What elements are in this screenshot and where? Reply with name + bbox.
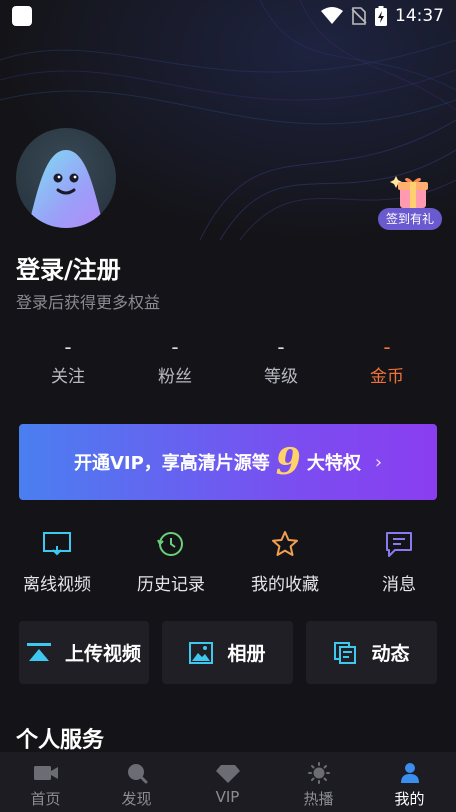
tab-discover[interactable]: 发现	[91, 752, 182, 812]
app-notification-icon	[12, 6, 32, 26]
stat-coins[interactable]: - 金币	[337, 334, 437, 387]
search-icon	[127, 764, 147, 784]
message-icon	[386, 532, 412, 557]
no-sim-icon	[351, 7, 367, 25]
login-register-link[interactable]: 登录/注册	[16, 250, 121, 285]
login-subtitle: 登录后获得更多权益	[16, 293, 161, 312]
wifi-icon	[321, 7, 343, 24]
stat-level[interactable]: - 等级	[231, 334, 331, 387]
sun-icon	[307, 762, 330, 784]
tab-label: 发现	[121, 790, 152, 808]
tile-label: 动态	[371, 643, 410, 665]
history-button[interactable]: 历史记录	[114, 530, 228, 595]
vip-banner-text: 开通VIP，享高清片源等	[73, 453, 270, 474]
feed-icon	[334, 641, 357, 664]
battery-charging-icon	[375, 6, 387, 26]
tile-label: 上传视频	[64, 643, 141, 665]
upload-video-button[interactable]: 上传视频	[19, 621, 149, 684]
album-button[interactable]: 相册	[162, 621, 293, 684]
diamond-icon	[215, 765, 240, 783]
status-bar: 14:37	[0, 0, 456, 32]
album-icon	[189, 641, 214, 664]
messages-button[interactable]: 消息	[342, 530, 456, 595]
avatar[interactable]	[16, 128, 116, 228]
checkin-reward-button[interactable]: 签到有礼	[370, 172, 448, 232]
feed-button[interactable]: 动态	[306, 621, 437, 684]
quick-action-label: 我的收藏	[251, 575, 319, 595]
stat-label: 关注	[51, 367, 85, 387]
offline-video-icon	[43, 532, 71, 556]
tab-mine[interactable]: 我的	[364, 752, 455, 812]
gift-icon	[390, 176, 428, 208]
history-icon	[157, 532, 183, 556]
creator-tiles: 上传视频 相册 动态	[19, 621, 437, 684]
stat-value: -	[171, 335, 179, 359]
stat-value: -	[383, 335, 391, 359]
offline-video-button[interactable]: 离线视频	[0, 530, 114, 595]
stat-followers[interactable]: - 粉丝	[125, 334, 225, 387]
bottom-tab-bar: 首页 发现 VIP 热播 我的	[0, 752, 456, 812]
vip-banner-suffix: 大特权	[306, 453, 361, 474]
video-camera-icon	[33, 766, 58, 780]
vip-banner-number: 9	[275, 441, 301, 483]
stat-label: 粉丝	[158, 367, 192, 387]
section-title: 个人服务	[16, 728, 105, 753]
tab-label: 热播	[303, 790, 334, 808]
quick-action-label: 历史记录	[137, 575, 205, 595]
stat-value: -	[277, 335, 285, 359]
quick-action-label: 消息	[382, 575, 416, 595]
upload-icon	[26, 642, 51, 661]
quick-actions: 离线视频 历史记录 我的收藏 消息	[0, 530, 456, 600]
stat-label: 等级	[264, 367, 298, 387]
quick-action-label: 离线视频	[23, 575, 91, 595]
tab-trending[interactable]: 热播	[273, 752, 364, 812]
stats-row: - 关注 - 粉丝 - 等级 - 金币	[0, 334, 456, 394]
tab-home[interactable]: 首页	[0, 752, 91, 812]
stat-label: 金币	[370, 367, 404, 387]
tab-label: VIP	[215, 788, 240, 806]
tab-vip[interactable]: VIP	[182, 752, 273, 812]
star-icon	[272, 531, 298, 556]
clock: 14:37	[395, 6, 444, 26]
avatar-mascot-icon	[28, 150, 104, 228]
stat-value: -	[64, 335, 72, 359]
chevron-right-icon: ›	[374, 451, 383, 473]
stat-following[interactable]: - 关注	[18, 334, 118, 387]
favorites-button[interactable]: 我的收藏	[228, 530, 342, 595]
tab-label: 我的	[394, 790, 425, 808]
user-icon	[400, 763, 419, 783]
tile-label: 相册	[227, 643, 266, 665]
checkin-label: 签到有礼	[378, 208, 442, 230]
vip-upgrade-banner[interactable]: 开通VIP，享高清片源等 9 大特权 ›	[19, 424, 437, 500]
tab-label: 首页	[30, 790, 61, 808]
